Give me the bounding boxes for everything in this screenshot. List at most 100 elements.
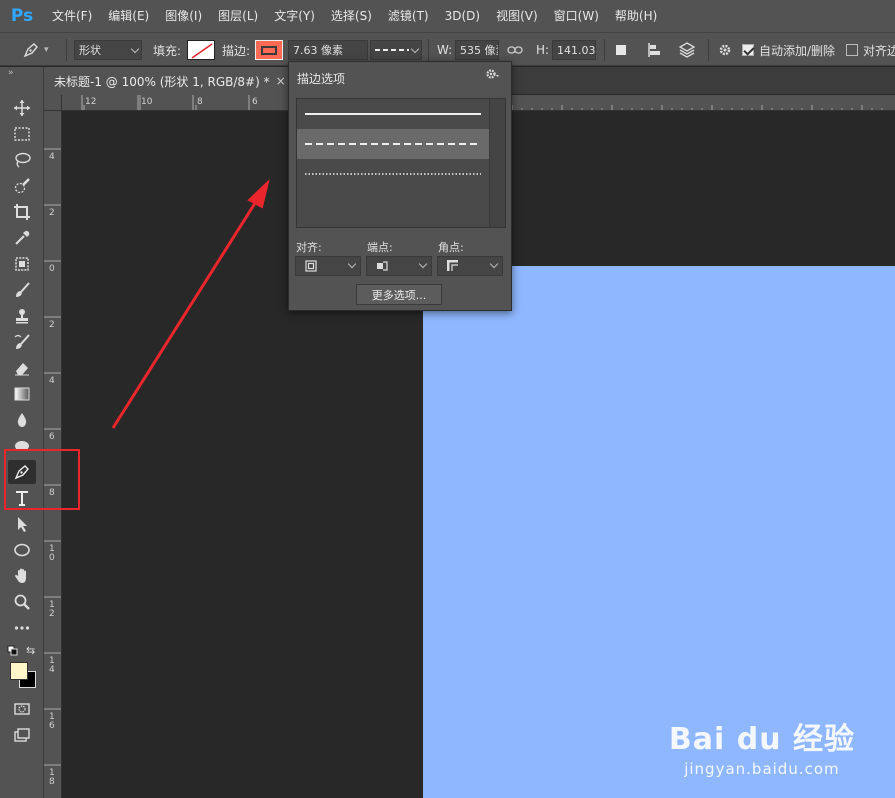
gradient-tool[interactable] xyxy=(8,382,36,406)
auto-add-delete-label: 自动添加/删除 xyxy=(759,43,836,58)
solid-line-option[interactable] xyxy=(297,99,489,129)
ruler-left-label: 4 xyxy=(49,376,55,386)
fill-label: 填充: xyxy=(153,43,182,58)
brush-icon xyxy=(16,282,30,297)
foreground-color[interactable] xyxy=(10,662,28,680)
document-tab[interactable]: 未标题-1 @ 100% (形状 1, RGB/8#) * × xyxy=(44,67,288,95)
ruler-left-label: 0 xyxy=(49,264,55,274)
baidu-watermark: Bai du 经验 jingyan.baidu.com xyxy=(669,714,855,778)
menu-window[interactable]: 窗口(W) xyxy=(546,0,607,32)
dashed-line-option[interactable] xyxy=(297,129,489,159)
stroke-options-panel: 描边选项 对齐: 端点: 角点: 更多选项... xyxy=(288,61,512,311)
align-edges-label: 对齐边 xyxy=(863,43,895,58)
align-inside-icon xyxy=(305,260,317,272)
lasso-tool[interactable] xyxy=(8,148,36,172)
screen-mode-icon xyxy=(14,728,30,742)
more-icon xyxy=(14,626,30,630)
ellipse-icon xyxy=(14,543,30,557)
stroke-width-value: 7.63 像素 xyxy=(293,44,343,57)
eraser-icon xyxy=(15,363,29,376)
rectangle-marquee-icon xyxy=(14,127,30,141)
caps-label: 端点: xyxy=(367,241,393,254)
ruler-left-label: 2 xyxy=(49,208,55,218)
menu-select[interactable]: 选择(S) xyxy=(323,0,380,32)
align-select[interactable] xyxy=(295,256,361,276)
mode-select[interactable]: 形状 xyxy=(74,40,142,60)
document-tab-title: 未标题-1 @ 100% (形状 1, RGB/8#) * xyxy=(54,74,270,89)
ruler-left-label: 1 2 xyxy=(49,600,55,619)
photoshop-logo: Ps xyxy=(10,6,34,26)
crop-icon xyxy=(14,204,30,220)
path-operations-icon[interactable] xyxy=(614,33,628,67)
corners-select[interactable] xyxy=(437,256,503,276)
menu-3d[interactable]: 3D(D) xyxy=(437,0,488,32)
stroke-swatch[interactable] xyxy=(255,40,283,60)
align-edges-checkbox[interactable] xyxy=(846,44,858,56)
caps-select[interactable] xyxy=(366,256,432,276)
ruler-left-label: 1 4 xyxy=(49,656,55,675)
chevron-down-icon xyxy=(130,44,140,54)
hand-tool[interactable] xyxy=(8,564,36,588)
miter-corner-icon xyxy=(447,260,458,271)
blur-tool[interactable] xyxy=(8,408,36,432)
path-alignment-icon[interactable] xyxy=(646,33,662,67)
menu-layer[interactable]: 图层(L) xyxy=(210,0,266,32)
path-arrangement-icon[interactable] xyxy=(678,33,696,67)
stroke-type-select[interactable] xyxy=(370,40,422,60)
clone-stamp-tool[interactable] xyxy=(8,304,36,328)
dotted-line-option[interactable] xyxy=(297,159,489,189)
menu-image[interactable]: 图像(I) xyxy=(157,0,210,32)
stroke-style-scrollbar[interactable] xyxy=(489,99,505,227)
auto-add-delete-checkbox[interactable] xyxy=(742,44,754,56)
history-brush-tool[interactable] xyxy=(8,330,36,354)
gear-icon[interactable] xyxy=(485,68,499,83)
zoom-tool[interactable] xyxy=(8,590,36,614)
collapse-icon[interactable]: » xyxy=(0,67,43,79)
ruler-left-label: 1 6 xyxy=(49,712,55,731)
move-tool[interactable] xyxy=(8,96,36,120)
chevron-down-icon xyxy=(489,259,499,269)
screen-mode-tool[interactable] xyxy=(8,723,36,747)
swap-colors-icon[interactable]: ⇆ xyxy=(26,644,35,657)
crop-tool[interactable] xyxy=(8,200,36,224)
zoom-icon xyxy=(14,594,30,610)
hand-icon xyxy=(15,568,26,583)
dashed-line-icon xyxy=(305,143,481,145)
menu-file[interactable]: 文件(F) xyxy=(44,0,100,32)
more-options-button[interactable]: 更多选项... xyxy=(356,284,442,305)
dashed-line-icon xyxy=(375,49,409,51)
width-input[interactable]: 535 像素 xyxy=(455,40,499,60)
quick-selection-tool[interactable] xyxy=(8,174,36,198)
butt-cap-icon xyxy=(377,261,388,271)
eraser-tool[interactable] xyxy=(8,356,36,380)
move-icon xyxy=(14,100,30,116)
menu-edit[interactable]: 编辑(E) xyxy=(100,0,157,32)
menu-type[interactable]: 文字(Y) xyxy=(266,0,323,32)
stroke-style-list xyxy=(296,98,506,228)
fill-swatch[interactable] xyxy=(187,40,215,60)
settings-gear-icon[interactable] xyxy=(718,33,732,67)
color-swatches[interactable] xyxy=(10,662,36,688)
menu-help[interactable]: 帮助(H) xyxy=(607,0,665,32)
ruler-top-label: 6 xyxy=(252,97,258,107)
stroke-width-input[interactable]: 7.63 像素 xyxy=(288,40,368,60)
lasso-icon xyxy=(15,152,31,168)
marquee-tool[interactable] xyxy=(8,122,36,146)
menu-view[interactable]: 视图(V) xyxy=(488,0,546,32)
eyedropper-tool[interactable] xyxy=(8,226,36,250)
path-selection-tool[interactable] xyxy=(8,512,36,536)
width-value: 535 像素 xyxy=(460,44,498,57)
height-input[interactable]: 141.03 xyxy=(552,40,596,60)
tool-preset-picker[interactable]: ▾ xyxy=(22,33,49,67)
default-colors-icon[interactable] xyxy=(7,645,19,660)
menu-filter[interactable]: 滤镜(T) xyxy=(380,0,437,32)
healing-brush-tool[interactable] xyxy=(8,252,36,276)
edit-toolbar[interactable] xyxy=(8,616,36,640)
ellipse-tool[interactable] xyxy=(8,538,36,562)
quick-mask-tool[interactable] xyxy=(8,697,36,721)
watermark-url: jingyan.baidu.com xyxy=(684,760,840,778)
close-icon[interactable]: × xyxy=(276,74,286,88)
stroke-options-title: 描边选项 xyxy=(297,72,346,86)
chevron-down-icon xyxy=(347,259,357,269)
brush-tool[interactable] xyxy=(8,278,36,302)
